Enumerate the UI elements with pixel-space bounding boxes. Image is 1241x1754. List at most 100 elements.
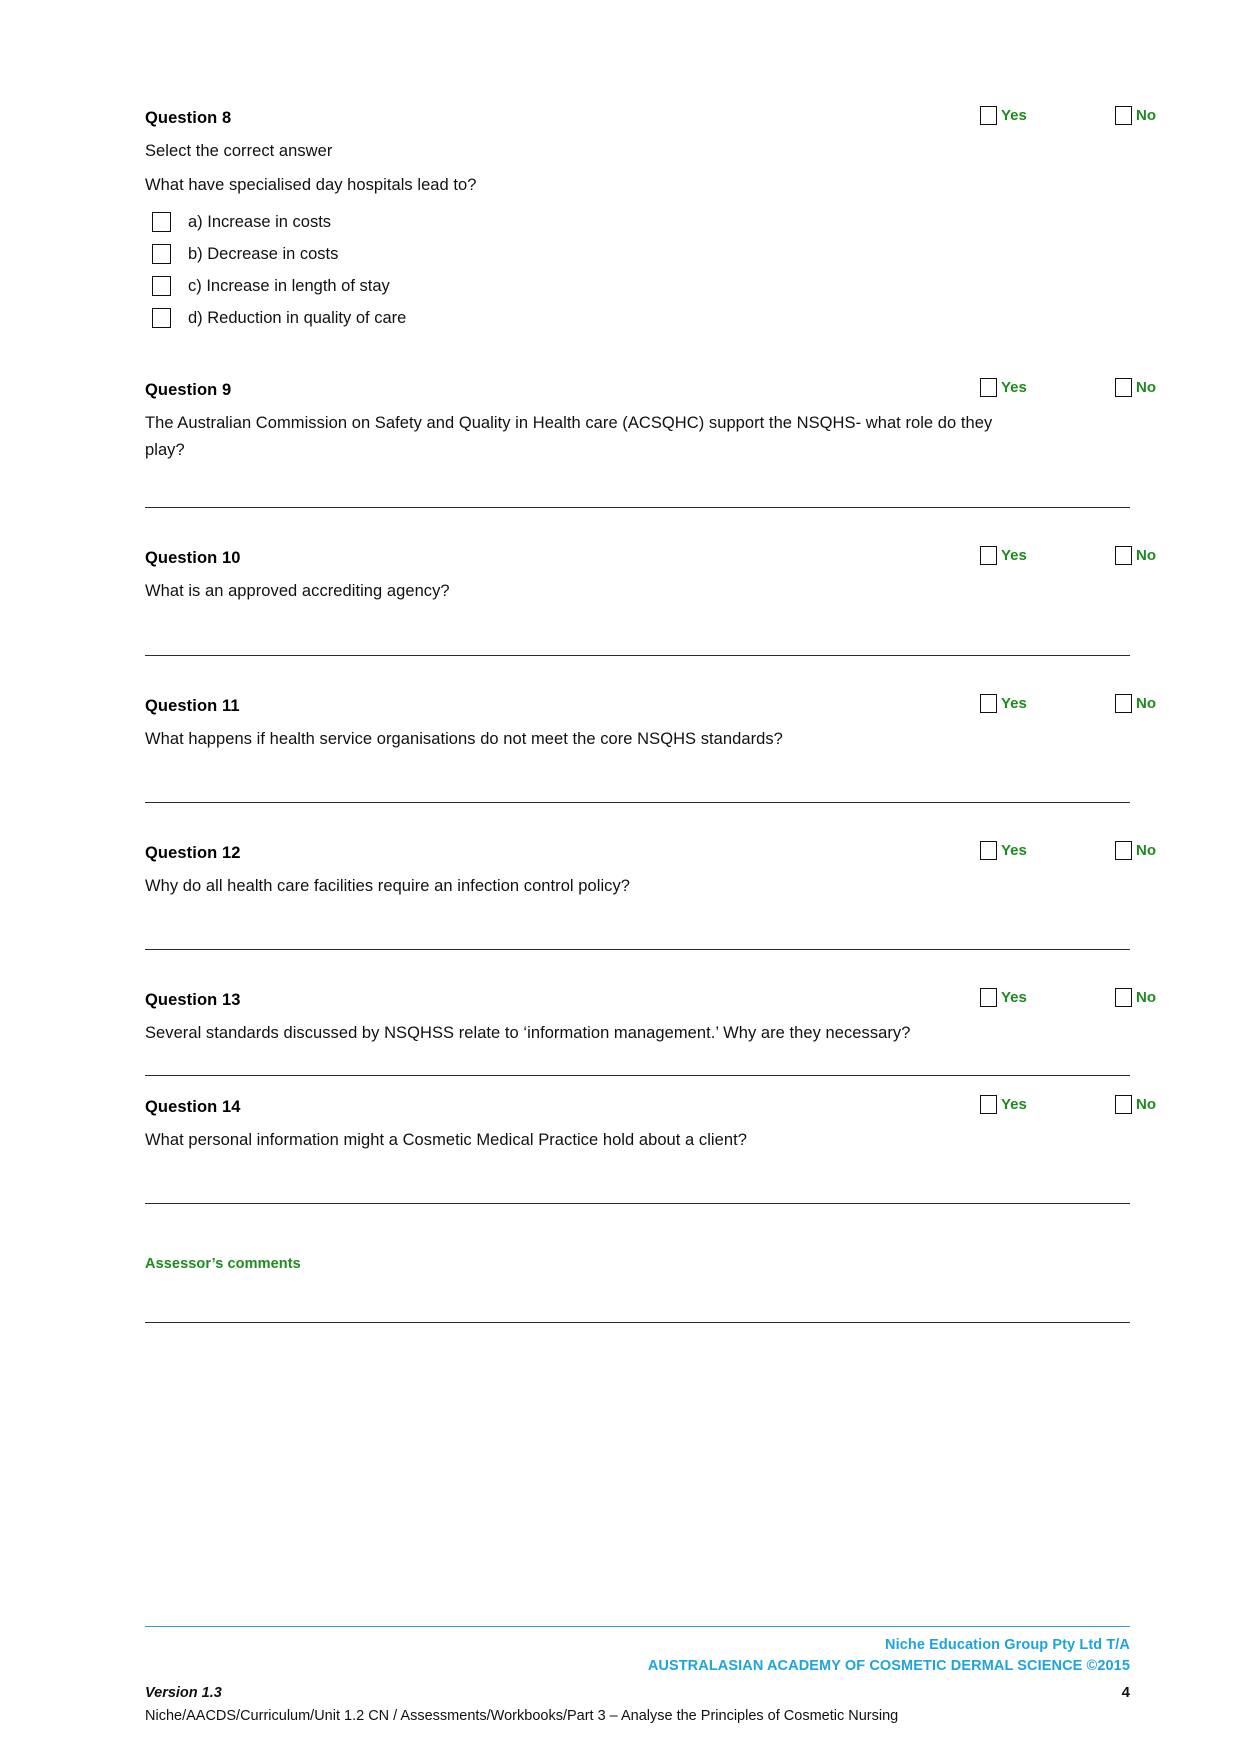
question-8-option-b[interactable]: b) Decrease in costs [145, 238, 1130, 270]
question-9-no-label: No [1136, 379, 1156, 397]
question-12-yes-checkbox[interactable] [980, 841, 997, 861]
question-12-yesno-group: Yes No [850, 840, 1156, 866]
question-12-prompt: Why do all health care facilities requir… [145, 877, 630, 896]
question-block-14: Question 14 Yes No What personal informa… [145, 1094, 1156, 1154]
question-13-yes-label: Yes [1001, 989, 1027, 1007]
question-14-yes-checkbox[interactable] [980, 1094, 997, 1114]
question-10-yes-label: Yes [1001, 546, 1027, 564]
question-14-yes-option[interactable]: Yes [980, 1094, 1027, 1114]
question-13-yesno-group: Yes No [850, 987, 1156, 1013]
question-10-no-option[interactable]: No [1115, 545, 1156, 565]
question-8-option-d[interactable]: d) Reduction in quality of care [145, 302, 1130, 334]
question-13-no-option[interactable]: No [1115, 988, 1156, 1008]
question-block-8: Question 8 Yes No Select the correct ans… [145, 105, 1156, 334]
question-8-yesno-group: Yes No [850, 105, 1156, 131]
question-10-yesno-group: Yes No [850, 545, 1156, 571]
question-10-no-label: No [1136, 546, 1156, 564]
question-8-option-c-label: c) Increase in length of stay [188, 277, 390, 296]
footer-page-number: 4 [1121, 1684, 1130, 1702]
question-9-yesno-group: Yes No [850, 377, 1156, 403]
question-8-no-label: No [1136, 107, 1156, 124]
question-8-prompt: What have specialised day hospitals lead… [145, 175, 477, 194]
question-8-option-d-checkbox[interactable] [152, 308, 171, 329]
question-12-yes-label: Yes [1001, 842, 1027, 860]
question-8-option-a-label: a) Increase in costs [188, 213, 332, 232]
question-10-no-checkbox[interactable] [1115, 545, 1132, 565]
divider-after-question-11 [145, 802, 1130, 804]
question-block-13: Question 13 Yes No Several standards dis… [145, 987, 1156, 1047]
question-12-no-checkbox[interactable] [1115, 841, 1132, 861]
divider-after-assessor-comments [145, 1322, 1130, 1324]
question-block-9: Question 9 Yes No The Australian Commiss… [145, 377, 1156, 463]
question-10-yes-checkbox[interactable] [980, 545, 997, 565]
footer-document-path: Niche/AACDS/Curriculum/Unit 1.2 CN / Ass… [145, 1708, 899, 1725]
question-block-10: Question 10 Yes No What is an approved a… [145, 545, 1156, 605]
question-8-option-b-label: b) Decrease in costs [188, 245, 339, 264]
divider-after-question-12 [145, 949, 1130, 951]
question-12-yes-option[interactable]: Yes [980, 841, 1027, 861]
question-8-option-a[interactable]: a) Increase in costs [145, 206, 1130, 238]
question-11-yes-checkbox[interactable] [980, 693, 997, 713]
question-8-yes-label: Yes [1001, 107, 1027, 124]
question-11-no-checkbox[interactable] [1115, 693, 1132, 713]
divider-after-question-13 [145, 1074, 1130, 1076]
question-8-no-option[interactable]: No [1115, 106, 1156, 125]
question-9-yes-label: Yes [1001, 379, 1027, 397]
question-8-header: Question 8 Yes No [145, 105, 1156, 131]
question-10-prompt: What is an approved accrediting agency? [145, 581, 450, 600]
page-content: Question 8 Yes No Select the correct ans… [145, 0, 1156, 1324]
question-8-no-checkbox[interactable] [1115, 106, 1132, 125]
question-12-no-option[interactable]: No [1115, 841, 1156, 861]
question-12-no-label: No [1136, 842, 1156, 860]
question-13-no-checkbox[interactable] [1115, 988, 1132, 1008]
question-8-yes-option[interactable]: Yes [980, 106, 1027, 125]
question-11-yes-label: Yes [1001, 694, 1027, 712]
question-9-yes-option[interactable]: Yes [980, 378, 1027, 398]
question-13-yes-option[interactable]: Yes [980, 988, 1027, 1008]
footer-divider [145, 1626, 1130, 1627]
question-13-yes-checkbox[interactable] [980, 988, 997, 1008]
assessor-comments-section: Assessor’s comments [145, 1256, 1130, 1272]
question-14-no-label: No [1136, 1095, 1156, 1113]
question-block-11: Question 11 Yes No What happens if healt… [145, 693, 1156, 753]
divider-after-question-14 [145, 1203, 1130, 1205]
footer-version-row: Version 1.3 4 [145, 1682, 1130, 1704]
question-block-12: Question 12 Yes No Why do all health car… [145, 840, 1156, 900]
question-14-header: Question 14 Yes No [145, 1094, 1156, 1120]
question-11-yes-option[interactable]: Yes [980, 693, 1027, 713]
question-8-option-d-label: d) Reduction in quality of care [188, 309, 407, 328]
question-10-header: Question 10 Yes No [145, 545, 1156, 571]
question-13-header: Question 13 Yes No [145, 987, 1156, 1013]
divider-after-question-10 [145, 654, 1130, 656]
question-12-header: Question 12 Yes No [145, 840, 1156, 866]
question-14-yesno-group: Yes No [850, 1094, 1156, 1120]
question-14-no-checkbox[interactable] [1115, 1094, 1132, 1114]
question-9-no-option[interactable]: No [1115, 378, 1156, 398]
question-9-no-checkbox[interactable] [1115, 378, 1132, 398]
question-8-instruction: Select the correct answer [145, 142, 333, 160]
question-8-option-c-checkbox[interactable] [152, 276, 171, 297]
question-8-option-c[interactable]: c) Increase in length of stay [145, 270, 1130, 302]
question-11-yesno-group: Yes No [850, 693, 1156, 719]
question-9-header: Question 9 Yes No [145, 377, 1156, 403]
question-13-no-label: No [1136, 989, 1156, 1007]
page-footer: Niche Education Group Pty Ltd T/A AUSTRA… [145, 1626, 1130, 1728]
footer-brand-line-2: AUSTRALASIAN ACADEMY OF COSMETIC DERMAL … [647, 1658, 1130, 1675]
question-8-option-b-checkbox[interactable] [152, 244, 171, 265]
question-14-prompt: What personal information might a Cosmet… [145, 1130, 747, 1149]
footer-brand-line-1: Niche Education Group Pty Ltd T/A [885, 1637, 1130, 1653]
question-11-header: Question 11 Yes No [145, 693, 1156, 719]
document-page: Question 8 Yes No Select the correct ans… [0, 0, 1241, 1754]
question-14-no-option[interactable]: No [1115, 1094, 1156, 1114]
question-14-yes-label: Yes [1001, 1095, 1027, 1113]
question-8-options: a) Increase in costs b) Decrease in cost… [145, 206, 1130, 334]
question-10-yes-option[interactable]: Yes [980, 545, 1027, 565]
footer-version: Version 1.3 [145, 1685, 222, 1702]
question-9-yes-checkbox[interactable] [980, 378, 997, 398]
assessor-comments-label: Assessor’s comments [145, 1256, 301, 1273]
question-11-prompt: What happens if health service organisat… [145, 729, 783, 748]
question-8-yes-checkbox[interactable] [980, 106, 997, 125]
question-11-no-option[interactable]: No [1115, 693, 1156, 713]
question-13-prompt: Several standards discussed by NSQHSS re… [145, 1024, 911, 1043]
question-8-option-a-checkbox[interactable] [152, 212, 171, 233]
